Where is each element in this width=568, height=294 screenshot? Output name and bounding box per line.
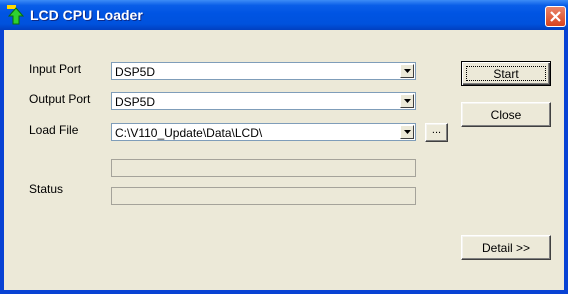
start-button-label: Start	[493, 66, 519, 81]
output-port-value: DSP5D	[115, 95, 156, 109]
output-port-select[interactable]: DSP5D	[111, 92, 416, 110]
status-field-top	[111, 159, 416, 177]
detail-button[interactable]: Detail >>	[461, 235, 551, 260]
input-port-value: DSP5D	[115, 65, 156, 79]
close-icon	[550, 11, 561, 22]
close-window-button[interactable]	[545, 6, 566, 27]
status-progress-bar	[111, 187, 416, 205]
load-file-value: C:\V110_Update\Data\LCD\	[115, 126, 263, 140]
start-button[interactable]: Start	[461, 61, 551, 86]
close-button[interactable]: Close	[461, 102, 551, 127]
input-port-label: Input Port	[29, 62, 82, 76]
output-port-label: Output Port	[29, 92, 91, 106]
load-file-select[interactable]: C:\V110_Update\Data\LCD\	[111, 123, 416, 141]
input-port-select[interactable]: DSP5D	[111, 62, 416, 80]
dropdown-arrow-icon[interactable]	[400, 64, 414, 78]
browse-button-label: ...	[431, 123, 442, 136]
browse-button[interactable]: ...	[425, 123, 448, 142]
window-title: LCD CPU Loader	[30, 7, 143, 23]
load-file-label: Load File	[29, 123, 79, 137]
dropdown-arrow-icon[interactable]	[400, 94, 414, 108]
title-bar[interactable]: LCD CPU Loader	[0, 0, 568, 30]
dropdown-arrow-icon[interactable]	[400, 125, 414, 139]
loader-window: LCD CPU Loader Input Port DSP5D Output P…	[0, 0, 568, 294]
status-label: Status	[29, 182, 64, 196]
close-button-label: Close	[490, 107, 522, 122]
detail-button-label: Detail >>	[481, 240, 531, 255]
upload-arrow-icon	[6, 4, 26, 26]
dialog-body: Input Port DSP5D Output Port DSP5D Load …	[4, 30, 564, 290]
